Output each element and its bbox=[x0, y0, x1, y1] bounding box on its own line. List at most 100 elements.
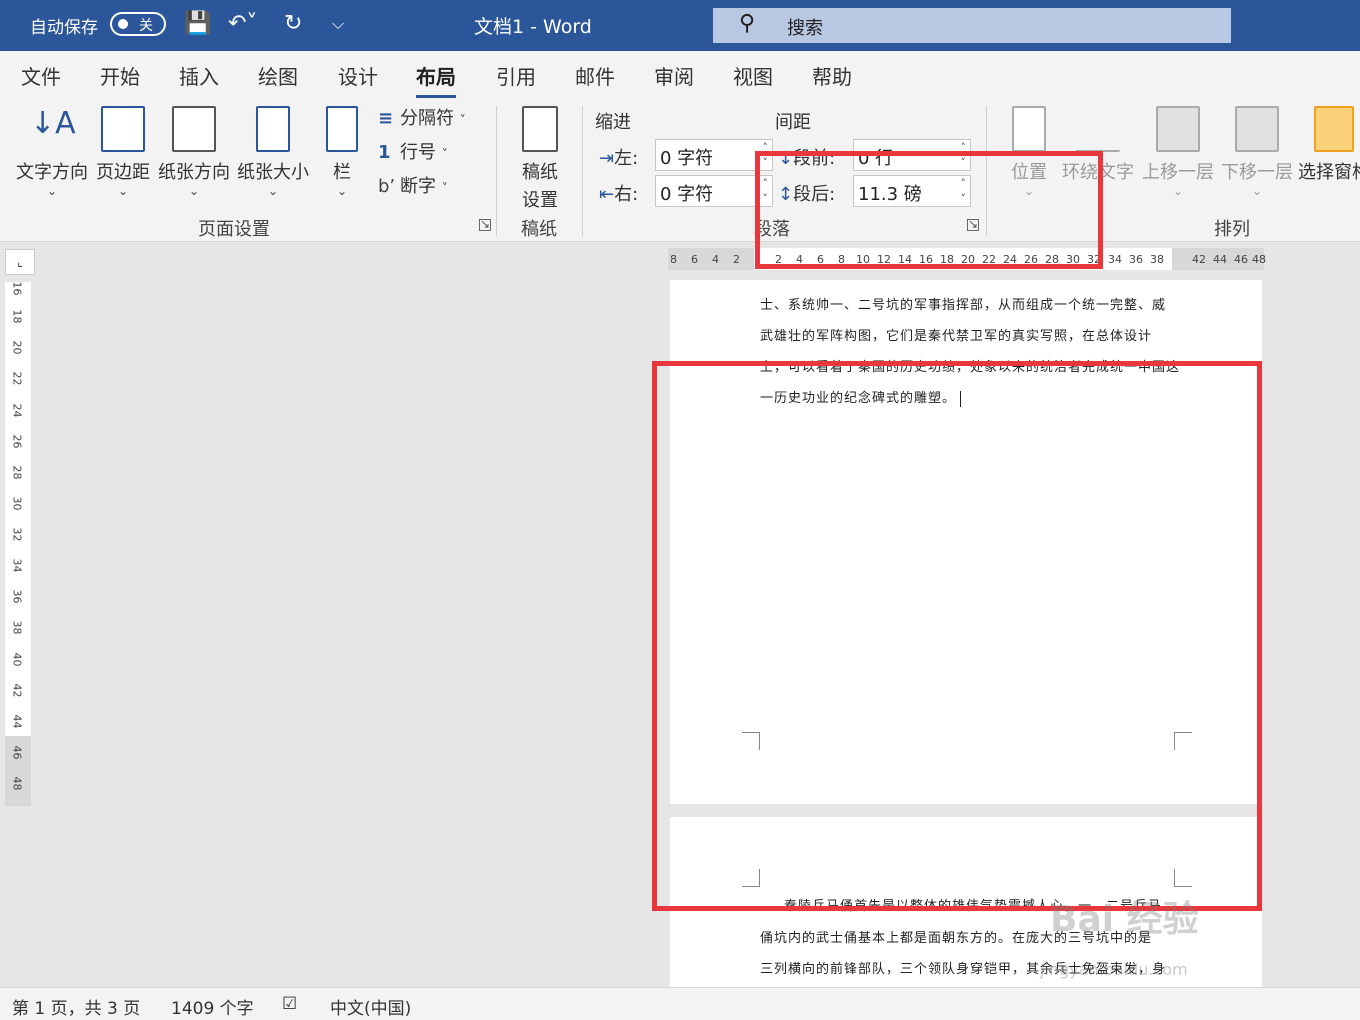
ruler-number: 20 bbox=[10, 340, 24, 355]
highlight-box-pages bbox=[652, 361, 1262, 911]
tab-insert[interactable]: 插入 bbox=[179, 61, 219, 90]
size-button[interactable]: 纸张大小 ⌄ bbox=[235, 106, 311, 198]
ruler-number: 46 bbox=[1234, 253, 1248, 266]
spacing-header: 间距 bbox=[775, 112, 811, 133]
chevron-down-icon: ˅ bbox=[441, 181, 448, 195]
ruler-number: 42 bbox=[10, 683, 24, 698]
ruler-number: 18 bbox=[10, 309, 24, 324]
columns-button[interactable]: 栏 ⌄ bbox=[322, 106, 362, 198]
hyphenation-label: 断字 bbox=[400, 176, 436, 197]
ruler-number: 26 bbox=[10, 434, 24, 449]
orientation-button[interactable]: 纸张方向 ⌄ bbox=[156, 106, 232, 198]
tab-home[interactable]: 开始 bbox=[100, 61, 140, 90]
save-icon[interactable]: 💾 bbox=[184, 10, 211, 38]
autosave-toggle[interactable]: 关 bbox=[110, 12, 166, 36]
ruler-number: 38 bbox=[10, 620, 24, 635]
customize-icon[interactable]: ⌵ bbox=[332, 10, 344, 38]
page-count[interactable]: 第 1 页，共 3 页 bbox=[12, 994, 140, 1019]
ruler-number: 48 bbox=[10, 776, 24, 791]
chevron-down-icon: ⌄ bbox=[117, 184, 129, 198]
watermark-logo: Bai 经验 bbox=[1050, 899, 1199, 940]
title-bar: 自动保存 关 💾 ↶˅ ↻ ⌵ 文档1 - Word ⚲ 搜索 bbox=[0, 0, 1360, 51]
redo-icon[interactable]: ↻ bbox=[284, 10, 302, 38]
page-setup-launcher-icon[interactable]: ↘ bbox=[479, 218, 491, 231]
word-count[interactable]: 1409 个字 bbox=[171, 994, 254, 1019]
tab-references[interactable]: 引用 bbox=[496, 61, 536, 90]
status-bar: 第 1 页，共 3 页 1409 个字 ☑ 中文(中国) bbox=[0, 987, 1360, 1020]
toggle-knob bbox=[118, 19, 128, 29]
ribbon: ↓A 文字方向 ⌄ 页边距 ⌄ 纸张方向 ⌄ 纸张大小 ⌄ 栏 ⌄ ≡ 分隔符 ˅… bbox=[0, 98, 1360, 242]
margins-label: 页边距 bbox=[96, 162, 150, 183]
group-separator bbox=[582, 106, 583, 236]
vertical-ruler[interactable]: 16 18 20 22 24 26 28 30 32 34 36 38 40 4… bbox=[5, 282, 31, 806]
ruler-number: 36 bbox=[10, 589, 24, 604]
text-direction-icon: ↓A bbox=[30, 106, 76, 141]
ruler-number: 44 bbox=[1213, 253, 1227, 266]
line-numbers-label: 行号 bbox=[400, 142, 436, 163]
hyphenation-icon: b’ bbox=[378, 176, 396, 197]
bring-forward-label: 上移一层 bbox=[1142, 162, 1214, 183]
ruler-number: 42 bbox=[1192, 253, 1206, 266]
chevron-down-icon: ⌄ bbox=[1172, 184, 1184, 198]
bring-forward-button[interactable]: 上移一层 ⌄ bbox=[1140, 106, 1216, 198]
tab-design[interactable]: 设计 bbox=[338, 61, 378, 90]
selection-pane-icon bbox=[1314, 106, 1354, 152]
manuscript-icon bbox=[522, 106, 558, 152]
document-title: 文档1 - Word bbox=[474, 16, 592, 38]
page-size-icon bbox=[256, 106, 290, 152]
send-backward-button[interactable]: 下移一层 ⌄ bbox=[1219, 106, 1295, 198]
size-label: 纸张大小 bbox=[237, 162, 309, 183]
ruler-number: 34 bbox=[1108, 253, 1122, 266]
breaks-button[interactable]: ≡ 分隔符 ˅ bbox=[378, 104, 466, 130]
tab-help[interactable]: 帮助 bbox=[812, 61, 852, 90]
ruler-number: 44 bbox=[10, 714, 24, 729]
hyphenation-button[interactable]: b’ 断字 ˅ bbox=[378, 172, 448, 198]
columns-label: 栏 bbox=[333, 162, 351, 183]
ruler-number: 32 bbox=[10, 527, 24, 542]
highlight-box-spacing bbox=[755, 151, 1103, 269]
tab-layout[interactable]: 布局 bbox=[416, 61, 456, 98]
manuscript-label-2: 设置 bbox=[522, 190, 558, 211]
line-numbers-icon: 1 bbox=[378, 142, 391, 163]
tab-mailings[interactable]: 邮件 bbox=[575, 61, 615, 90]
ruler-number: 16 bbox=[10, 281, 24, 296]
ruler-number: 2 bbox=[733, 253, 740, 266]
arrange-group-label: 排列 bbox=[1214, 219, 1250, 240]
undo-icon[interactable]: ↶˅ bbox=[228, 10, 257, 38]
tab-view[interactable]: 视图 bbox=[733, 61, 773, 90]
ruler-number: 24 bbox=[10, 403, 24, 418]
language[interactable]: 中文(中国) bbox=[330, 994, 411, 1019]
ruler-number: 38 bbox=[1150, 253, 1164, 266]
page-setup-group-label: 页面设置 bbox=[198, 219, 270, 240]
position-icon bbox=[1012, 106, 1046, 152]
autosave-label: 自动保存 bbox=[30, 18, 98, 38]
indent-right-icon: ⇤ bbox=[599, 184, 615, 205]
indent-left-icon: ⇥ bbox=[599, 148, 615, 169]
search-icon: ⚲ bbox=[739, 11, 756, 36]
paragraph-line: 武雄壮的军阵构图，它们是秦代禁卫军的真实写照，在总体设计 bbox=[760, 329, 1153, 344]
chevron-down-icon: ⌄ bbox=[188, 184, 200, 198]
ruler-number: 22 bbox=[10, 371, 24, 386]
proofing-icon[interactable]: ☑ bbox=[282, 994, 297, 1014]
ribbon-tabs: 文件 开始 插入 绘图 设计 布局 引用 邮件 审阅 视图 帮助 bbox=[0, 51, 1360, 98]
chevron-down-icon: ⌄ bbox=[336, 184, 348, 198]
tab-draw[interactable]: 绘图 bbox=[258, 61, 298, 90]
chevron-down-icon: ˅ bbox=[441, 147, 448, 161]
search-box[interactable]: ⚲ 搜索 bbox=[713, 8, 1231, 43]
tab-selector-icon[interactable]: ⌞ bbox=[5, 249, 35, 275]
send-backward-label: 下移一层 bbox=[1221, 162, 1293, 183]
ruler-number: 48 bbox=[1252, 253, 1266, 266]
manuscript-button[interactable]: 稿纸 设置 bbox=[514, 106, 566, 212]
autosave-state: 关 bbox=[139, 18, 153, 34]
breaks-icon: ≡ bbox=[378, 108, 394, 129]
selection-pane-button[interactable]: 选择窗格 bbox=[1298, 106, 1360, 184]
ruler-number: 8 bbox=[670, 253, 677, 266]
tab-review[interactable]: 审阅 bbox=[654, 61, 694, 90]
columns-icon bbox=[326, 106, 358, 152]
chevron-down-icon: ˅ bbox=[459, 113, 466, 127]
indent-left-label: ⇥左: bbox=[599, 148, 639, 169]
tab-file[interactable]: 文件 bbox=[21, 61, 61, 90]
text-direction-button[interactable]: ↓A 文字方向 ⌄ bbox=[14, 106, 90, 198]
line-numbers-button[interactable]: 1 行号 ˅ bbox=[378, 138, 448, 164]
margins-button[interactable]: 页边距 ⌄ bbox=[94, 106, 152, 198]
